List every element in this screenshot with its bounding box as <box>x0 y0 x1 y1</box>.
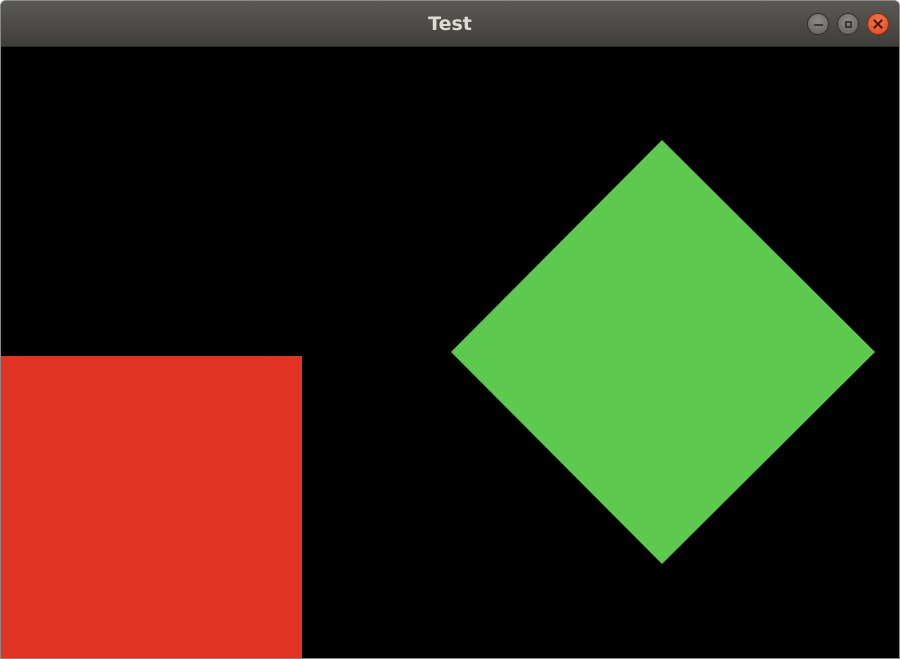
maximize-icon <box>844 20 852 28</box>
diamond-layer <box>451 140 875 564</box>
green-diamond <box>451 140 875 564</box>
minimize-button[interactable] <box>807 13 829 35</box>
maximize-button[interactable] <box>837 13 859 35</box>
minimize-icon <box>813 24 823 26</box>
close-icon <box>873 19 883 29</box>
close-button[interactable] <box>867 13 889 35</box>
drawing-canvas <box>1 47 899 658</box>
window-title: Test <box>428 13 472 35</box>
title-bar[interactable]: Test <box>1 1 899 47</box>
app-window: Test <box>0 0 900 659</box>
